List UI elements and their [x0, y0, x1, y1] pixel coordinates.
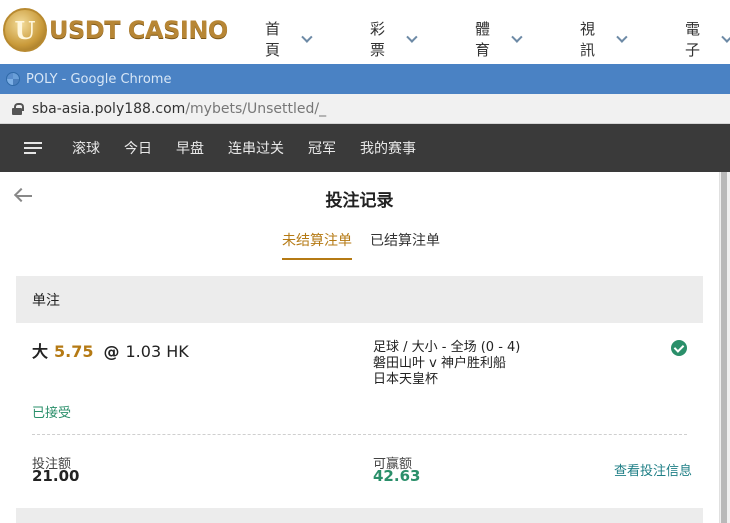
potential-win-value: 42.63: [373, 467, 421, 485]
site-nav-item-slots[interactable]: 電子: [685, 18, 730, 60]
sports-tab-parlay[interactable]: 连串过关: [228, 138, 284, 158]
url-path: /mybets/Unsettled/_: [185, 100, 327, 117]
bet-status-tabs: 未结算注单 已结算注单: [282, 230, 458, 260]
sports-tab-my-events[interactable]: 我的赛事: [360, 138, 416, 158]
site-nav-label: 體育: [475, 20, 491, 59]
sports-nav-bar: 滚球 今日 早盘 连串过关 冠军 我的赛事: [0, 124, 730, 172]
view-bet-details-link[interactable]: 查看投注信息: [614, 460, 692, 479]
bet-card: 大 5.75 @ 1.03 HK 足球 / 大小 - 全场 (0 - 4) 磐田…: [16, 323, 703, 508]
chevron-down-icon: [300, 31, 312, 43]
league-text: 日本天皇杯: [373, 372, 439, 387]
sports-tab-outright[interactable]: 冠军: [308, 138, 336, 158]
site-nav-item-live[interactable]: 視訊: [580, 18, 627, 60]
site-nav-label: 彩票: [370, 20, 386, 59]
odds-at-sign: @: [103, 342, 120, 361]
sports-tab-live[interactable]: 滚球: [72, 138, 100, 158]
sports-tab-today[interactable]: 今日: [124, 138, 152, 158]
chevron-down-icon: [720, 31, 730, 43]
market-text: 足球 / 大小 - 全场 (0 - 4): [373, 340, 521, 355]
site-nav: 首頁 彩票 體育 視訊 電子: [265, 18, 730, 60]
stake-value: 21.00: [32, 467, 80, 485]
site-nav-label: 首頁: [265, 20, 281, 59]
site-header: USDT CASINO 首頁 彩票 體育 視訊 電子: [0, 0, 730, 64]
url-host: sba-asia.poly188.com: [32, 100, 186, 117]
url-text[interactable]: sba-asia.poly188.com/mybets/Unsettled/_: [32, 101, 326, 117]
match-info: 足球 / 大小 - 全场 (0 - 4) 磐田山叶 v 神户胜利船 日本天皇杯: [373, 340, 520, 388]
sports-tab-early[interactable]: 早盘: [176, 138, 204, 158]
bet-status: 已接受: [32, 406, 72, 421]
page-title: 投注记录: [325, 191, 394, 211]
menu-icon[interactable]: [24, 142, 42, 154]
tab-unsettled[interactable]: 未结算注单: [282, 230, 352, 260]
lock-icon[interactable]: [12, 102, 24, 115]
site-nav-item-lottery[interactable]: 彩票: [370, 18, 417, 60]
chevron-down-icon: [510, 31, 522, 43]
logo-coin-icon: [3, 8, 47, 52]
browser-title-bar[interactable]: POLY - Google Chrome: [0, 64, 730, 94]
globe-icon: [6, 72, 20, 86]
chevron-down-icon: [405, 31, 417, 43]
teams-text: 磐田山叶 v 神户胜利船: [373, 356, 506, 371]
check-circle-icon: [671, 340, 687, 356]
handicap-value: 5.75: [54, 342, 94, 361]
bet-section-header: 单注: [16, 276, 703, 323]
site-logo[interactable]: USDT CASINO: [3, 6, 228, 54]
next-bet-card: [16, 508, 703, 523]
odds-value: 1.03 HK: [125, 342, 189, 361]
bet-selection: 大 5.75 @ 1.03 HK: [32, 338, 189, 362]
divider: [32, 434, 687, 435]
site-nav-label: 電子: [685, 20, 701, 59]
back-arrow-icon[interactable]: [14, 186, 34, 206]
browser-window-title: POLY - Google Chrome: [26, 71, 172, 87]
site-nav-label: 視訊: [580, 20, 596, 59]
selection-name: 大: [32, 342, 49, 361]
site-nav-item-sports[interactable]: 體育: [475, 18, 522, 60]
scrollbar-thumb[interactable]: [721, 172, 727, 523]
tab-settled[interactable]: 已结算注单: [370, 230, 440, 260]
address-bar[interactable]: sba-asia.poly188.com/mybets/Unsettled/_: [0, 94, 730, 124]
chevron-down-icon: [615, 31, 627, 43]
logo-text: USDT CASINO: [49, 16, 228, 44]
site-nav-item-home[interactable]: 首頁: [265, 18, 312, 60]
